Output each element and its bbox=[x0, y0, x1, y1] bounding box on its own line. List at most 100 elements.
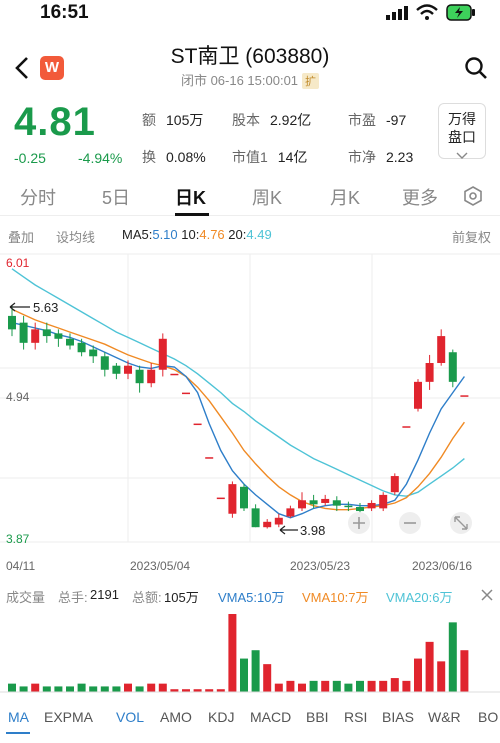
ind-tab-ma[interactable]: MA bbox=[8, 709, 29, 725]
volume-bar bbox=[112, 686, 121, 692]
stat-value: -97 bbox=[386, 112, 407, 128]
candle-body bbox=[158, 338, 167, 370]
close-icon[interactable] bbox=[481, 589, 493, 601]
candle bbox=[274, 513, 283, 528]
zoom-in-button[interactable] bbox=[348, 512, 370, 534]
volume-bar bbox=[42, 686, 51, 692]
candle-body bbox=[89, 349, 98, 357]
settings-icon[interactable] bbox=[462, 185, 484, 207]
candle bbox=[54, 329, 63, 347]
wande-line1: 万得 bbox=[448, 111, 476, 127]
ind-tab-amo[interactable]: AMO bbox=[160, 709, 192, 725]
ind-tab-bbi[interactable]: BBI bbox=[306, 709, 329, 725]
stat-share-capital: 股本 2.92亿 bbox=[232, 110, 311, 130]
candle-body bbox=[205, 457, 214, 459]
volume-bar bbox=[31, 683, 40, 692]
ind-tab-kdj[interactable]: KDJ bbox=[208, 709, 234, 725]
candle-body bbox=[425, 363, 434, 382]
candle bbox=[100, 352, 109, 377]
total-hands: 2191 bbox=[90, 587, 119, 602]
candle bbox=[170, 373, 179, 376]
stat-value: 2.92亿 bbox=[270, 112, 312, 128]
zoom-out-button[interactable] bbox=[399, 512, 421, 534]
set-ma-button[interactable]: 设均线 bbox=[56, 227, 95, 246]
candle-body bbox=[182, 392, 190, 395]
candle bbox=[205, 457, 214, 459]
volume-bar bbox=[414, 658, 422, 692]
low-annotation-label: 3.98 bbox=[300, 523, 325, 538]
adjust-button[interactable]: 前复权 bbox=[452, 227, 491, 246]
stat-label: 换 bbox=[142, 149, 156, 165]
stat-label: 额 bbox=[142, 112, 156, 128]
volume-bar bbox=[100, 686, 109, 692]
signal-icon bbox=[386, 6, 408, 20]
candle-body bbox=[135, 369, 144, 384]
volume-bar bbox=[437, 661, 446, 692]
search-icon[interactable] bbox=[464, 56, 488, 80]
battery-icon bbox=[446, 4, 475, 21]
candle-body bbox=[193, 423, 202, 426]
volume-bar bbox=[390, 678, 399, 692]
candle bbox=[112, 363, 121, 380]
ma20-line bbox=[11, 268, 465, 497]
ind-tab-macd[interactable]: MACD bbox=[250, 709, 291, 725]
date-3: 2023/06/16 bbox=[412, 559, 472, 573]
volume-bar bbox=[89, 686, 98, 692]
ind-tab-rsi[interactable]: RSI bbox=[344, 709, 367, 725]
ind-tab-wr[interactable]: W&R bbox=[428, 709, 461, 725]
total-amount: 105万 bbox=[164, 590, 199, 605]
stat-value: 14亿 bbox=[277, 149, 308, 165]
tab-monthly-k[interactable]: 月K bbox=[330, 184, 360, 210]
candle bbox=[390, 473, 399, 495]
candle-body bbox=[402, 426, 411, 428]
candle bbox=[182, 392, 190, 395]
candle bbox=[379, 492, 388, 512]
fullscreen-icon[interactable] bbox=[450, 512, 472, 534]
candle-body bbox=[147, 369, 156, 384]
candle-body bbox=[112, 365, 121, 374]
candle bbox=[298, 492, 306, 512]
candle-body bbox=[216, 497, 225, 500]
candlestick-chart[interactable]: 6.01 4.94 3.87 5.63 3.98 04/11 2023/05/0… bbox=[0, 248, 500, 578]
candle-body bbox=[309, 500, 318, 505]
stock-header: W ST南卫 (603880) 闭市 06-16 15:00:01 扩 bbox=[0, 30, 500, 94]
ind-tab-expma[interactable]: EXPMA bbox=[44, 709, 93, 725]
volume-bar bbox=[448, 622, 457, 692]
wifi-icon bbox=[416, 4, 438, 20]
tab-more[interactable]: 更多 bbox=[402, 184, 438, 210]
tab-daily-k[interactable]: 日K bbox=[175, 184, 206, 210]
candle-body bbox=[66, 338, 74, 346]
tab-5day[interactable]: 5日 bbox=[102, 184, 130, 210]
vma20-value: VMA20:6万 bbox=[386, 590, 453, 605]
axis-max-label: 6.01 bbox=[6, 256, 30, 270]
ma5-value: 5.10 bbox=[152, 227, 178, 242]
tab-intraday[interactable]: 分时 bbox=[20, 184, 56, 210]
ma20-label: 20: bbox=[228, 227, 247, 242]
market-status-text: 闭市 06-16 15:00:01 bbox=[180, 73, 299, 88]
candle-body bbox=[240, 486, 248, 509]
candle bbox=[321, 494, 330, 506]
stat-label: 市盈 bbox=[348, 112, 376, 128]
volume-bar bbox=[19, 686, 28, 692]
extend-badge[interactable]: 扩 bbox=[302, 73, 320, 89]
candle bbox=[263, 519, 272, 529]
candle bbox=[402, 426, 411, 428]
indicator-tab-underline bbox=[6, 732, 30, 734]
stat-pe: 市盈 -97 bbox=[348, 110, 406, 130]
candle bbox=[158, 333, 167, 377]
volume-bar bbox=[66, 686, 74, 692]
tab-weekly-k[interactable]: 周K bbox=[252, 184, 282, 210]
volume-bar bbox=[274, 683, 283, 692]
candle bbox=[414, 379, 422, 412]
overlay-button[interactable]: 叠加 bbox=[8, 227, 34, 246]
stat-turnover: 换 0.08% bbox=[142, 147, 206, 167]
volume-bar bbox=[379, 680, 388, 692]
candle-body bbox=[448, 352, 457, 382]
ind-tab-boll[interactable]: BO bbox=[478, 709, 498, 725]
wande-panel-button[interactable]: 万得 盘口 bbox=[438, 103, 486, 159]
volume-bar bbox=[309, 680, 318, 692]
ind-tab-vol[interactable]: VOL bbox=[116, 709, 144, 725]
stat-pb: 市净 2.23 bbox=[348, 147, 413, 167]
volume-chart[interactable] bbox=[0, 608, 500, 698]
ind-tab-bias[interactable]: BIAS bbox=[382, 709, 414, 725]
